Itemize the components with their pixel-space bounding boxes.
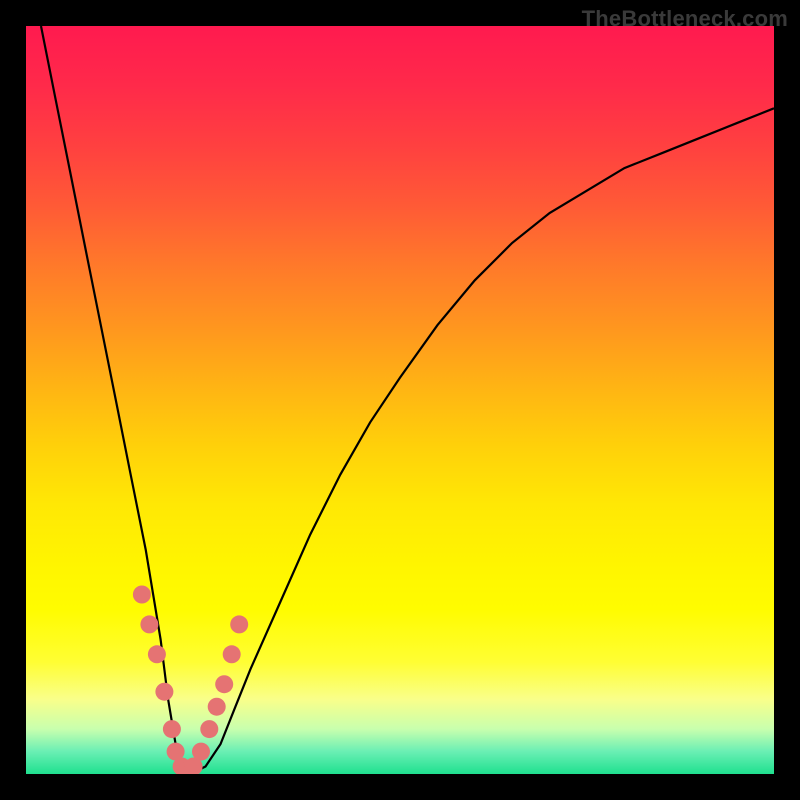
watermark-text: TheBottleneck.com: [582, 6, 788, 32]
bottleneck-curve: [41, 26, 774, 774]
marker-dot: [230, 615, 248, 633]
marker-group: [133, 586, 248, 775]
marker-dot: [155, 683, 173, 701]
marker-dot: [192, 743, 210, 761]
marker-dot: [215, 675, 233, 693]
marker-dot: [133, 586, 151, 604]
marker-dot: [223, 645, 241, 663]
marker-dot: [148, 645, 166, 663]
marker-dot: [208, 698, 226, 716]
curve-layer: [26, 26, 774, 774]
plot-area: [26, 26, 774, 774]
chart-frame: TheBottleneck.com: [0, 0, 800, 800]
marker-dot: [200, 720, 218, 738]
marker-dot: [140, 615, 158, 633]
marker-dot: [163, 720, 181, 738]
